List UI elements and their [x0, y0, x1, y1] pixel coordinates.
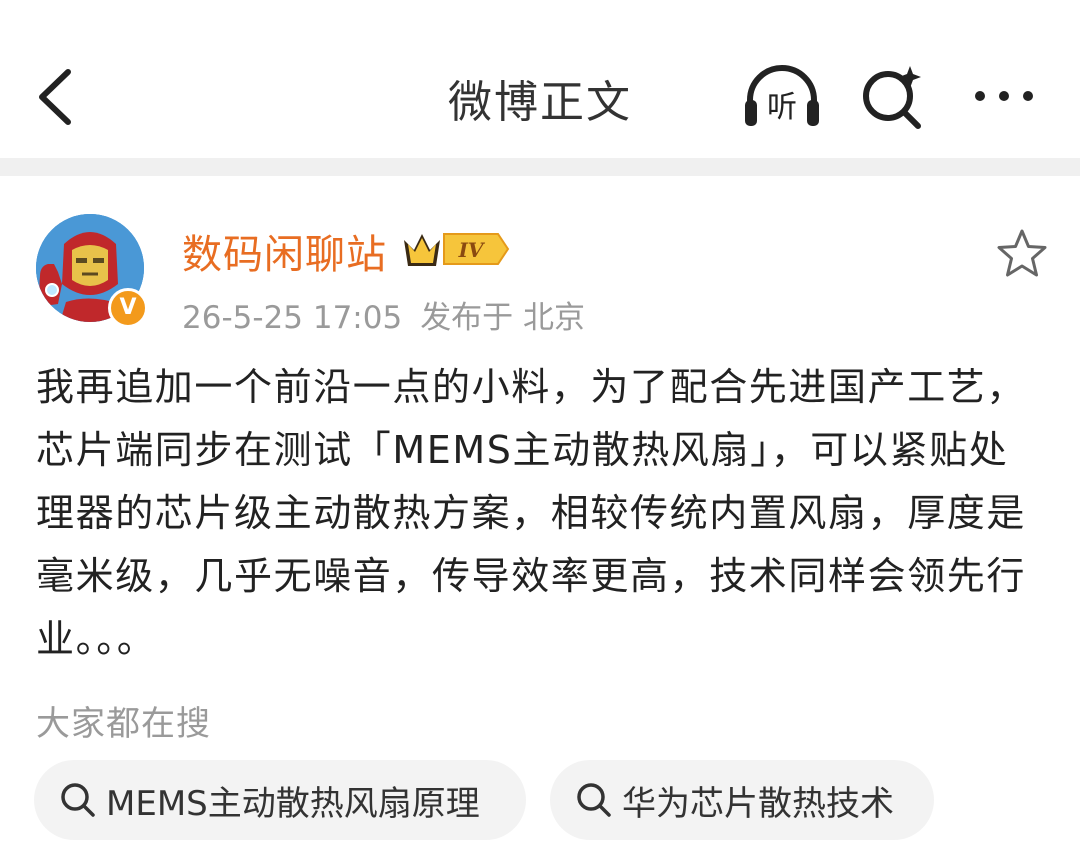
top-nav-bar: 微博正文 听 — [0, 0, 1080, 158]
related-search-heading: 大家都在搜 — [36, 704, 211, 744]
section-divider — [0, 158, 1080, 176]
search-icon — [61, 783, 95, 817]
crown-member-badge-icon[interactable]: IV — [400, 226, 512, 272]
post-timestamp: 26-5-25 17:05 — [182, 300, 403, 336]
search-button[interactable] — [858, 62, 938, 132]
search-icon — [577, 783, 611, 817]
favorite-button[interactable] — [994, 226, 1050, 282]
star-icon — [997, 229, 1047, 277]
more-button[interactable] — [968, 62, 1048, 132]
verified-badge-icon: V — [108, 288, 148, 328]
member-level-text: IV — [458, 238, 486, 262]
related-search-chip[interactable]: MEMS主动散热风扇原理 — [34, 760, 526, 840]
post-meta: 26-5-25 17:05 发布于 北京 — [182, 292, 603, 337]
post-location: 发布于 北京 — [420, 300, 586, 336]
related-search-chip-label: 华为芯片散热技术 — [622, 783, 894, 824]
headphones-icon: 听 — [745, 65, 819, 126]
post-body-text: 我再追加一个前沿一点的小料，为了配合先进国产工艺，芯片端同步在测试「MEMS主动… — [36, 365, 1027, 661]
related-search-chip[interactable]: 华为芯片散热技术 — [550, 760, 934, 840]
related-search-chip-label: MEMS主动散热风扇原理 — [106, 783, 480, 824]
search-sparkle-icon — [863, 66, 921, 129]
listen-label: 听 — [767, 90, 797, 125]
listen-button[interactable]: 听 — [742, 62, 822, 132]
more-dots-icon — [975, 91, 1033, 101]
author-name[interactable]: 数码闲聊站 — [182, 222, 387, 280]
